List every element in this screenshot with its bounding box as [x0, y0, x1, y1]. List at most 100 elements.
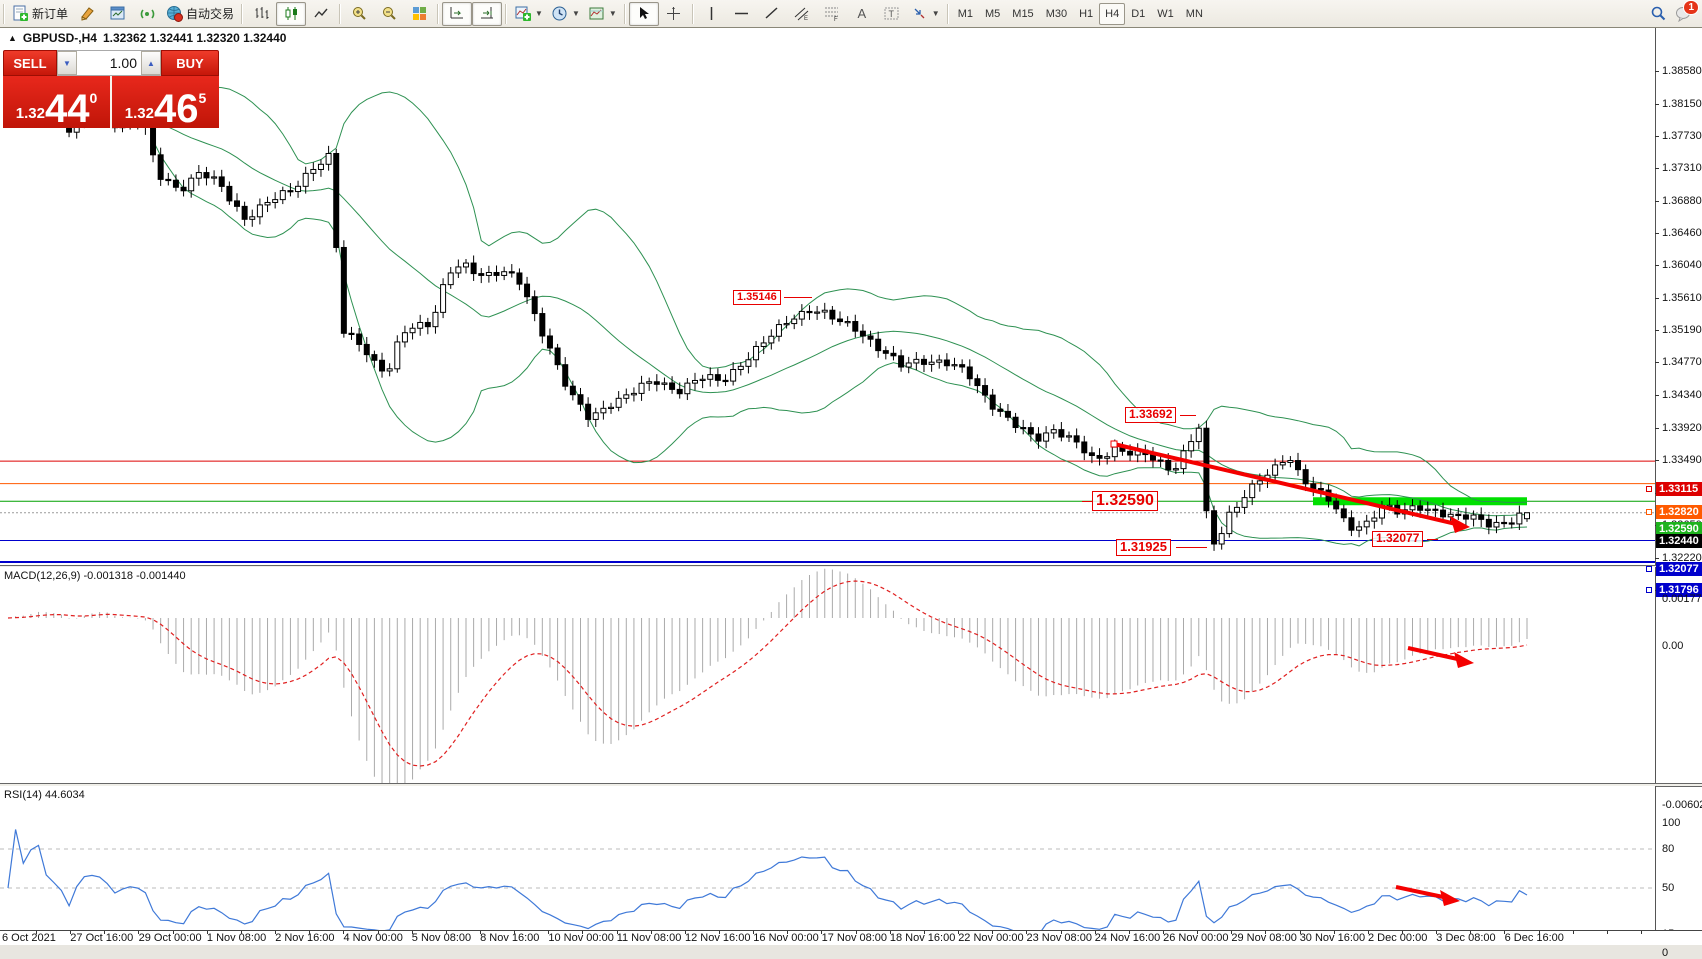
- trendline-icon: [763, 5, 780, 22]
- text-label-button[interactable]: T: [877, 2, 907, 26]
- trendline-button[interactable]: [757, 2, 787, 26]
- annotation-connector: [1180, 415, 1196, 416]
- time-axis-label: 12 Nov 16:00: [685, 932, 750, 944]
- cursor-button[interactable]: [629, 2, 659, 26]
- timeframe-m15[interactable]: M15: [1006, 3, 1039, 25]
- timeframe-m30[interactable]: M30: [1040, 3, 1073, 25]
- vertical-line-button[interactable]: [697, 2, 727, 26]
- chart-shift-button[interactable]: [472, 2, 502, 26]
- macd-pane[interactable]: MACD(12,26,9) -0.001318 -0.001440: [0, 567, 1656, 783]
- zoom-out-button[interactable]: [374, 2, 404, 26]
- time-tick-mark: [651, 931, 652, 934]
- notification-count-badge: 1: [1683, 0, 1699, 15]
- time-axis-label: 27 Oct 16:00: [70, 932, 133, 944]
- price-tick-label: 1.37730: [1662, 130, 1702, 142]
- time-tick-mark: [514, 931, 515, 934]
- price-chart-pane[interactable]: ▲ GBPUSD-,H4 1.32362 1.32441 1.32320 1.3…: [0, 28, 1656, 565]
- time-axis-label: 6 Oct 2021: [2, 932, 56, 944]
- autotrading-button[interactable]: 自动交易: [162, 2, 238, 26]
- price-annotation[interactable]: 1.32077: [1372, 531, 1423, 547]
- timeframe-h4[interactable]: H4: [1099, 3, 1125, 25]
- sell-price[interactable]: 1.32440: [3, 76, 112, 128]
- text-icon: A: [857, 6, 866, 21]
- price-badge: 1.31796: [1656, 583, 1702, 597]
- sell-button[interactable]: SELL: [3, 50, 57, 76]
- time-scale[interactable]: 6 Oct 202127 Oct 16:0029 Oct 00:001 Nov …: [0, 930, 1702, 945]
- notifications-button[interactable]: 1: [1675, 5, 1692, 22]
- time-axis-label: 24 Nov 16:00: [1095, 932, 1160, 944]
- crosshair-button[interactable]: [659, 2, 689, 26]
- templates-button[interactable]: ▼: [584, 2, 621, 26]
- tile-windows-button[interactable]: [404, 2, 434, 26]
- annotation-connector: [1082, 501, 1092, 502]
- timeframe-d1[interactable]: D1: [1125, 3, 1151, 25]
- time-axis-label: 29 Nov 08:00: [1231, 932, 1296, 944]
- search-icon[interactable]: [1650, 5, 1667, 22]
- new-order-label: 新订单: [32, 5, 68, 22]
- candlestick-chart[interactable]: [0, 28, 1655, 565]
- tile-windows-icon: [411, 5, 428, 22]
- vertical-line-icon: [703, 5, 720, 22]
- time-axis-label: 4 Nov 00:00: [344, 932, 403, 944]
- time-tick-mark: [821, 931, 822, 934]
- toolbar-separator: [3, 4, 5, 24]
- new-order-button[interactable]: 新订单: [8, 2, 72, 26]
- new-order-icon: [12, 5, 29, 22]
- chart-window-button[interactable]: [102, 2, 132, 26]
- crosshair-icon: [665, 5, 682, 22]
- time-axis-label: 30 Nov 16:00: [1300, 932, 1365, 944]
- price-tick-label: 1.32650: [1662, 519, 1702, 531]
- rsi-plot: [0, 786, 1655, 930]
- timeframe-m5[interactable]: M5: [979, 3, 1006, 25]
- text-button[interactable]: A: [847, 2, 877, 26]
- price-annotation[interactable]: 1.31925: [1116, 539, 1171, 556]
- time-tick-mark: [309, 931, 310, 934]
- timeframe-m1[interactable]: M1: [952, 3, 979, 25]
- toolbar-separator: [437, 4, 439, 24]
- time-tick-mark: [548, 931, 549, 934]
- broadcast-button[interactable]: [132, 2, 162, 26]
- time-tick-mark: [1026, 931, 1027, 934]
- time-tick-mark: [719, 931, 720, 934]
- auto-scroll-button[interactable]: [442, 2, 472, 26]
- template-icon: [588, 5, 605, 22]
- chart-shift-icon: [479, 5, 496, 22]
- buy-button[interactable]: BUY: [161, 50, 219, 76]
- bar-chart-button[interactable]: [246, 2, 276, 26]
- indicators-button[interactable]: ▼: [510, 2, 547, 26]
- volume-input[interactable]: [77, 51, 141, 75]
- timeframe-mn[interactable]: MN: [1180, 3, 1209, 25]
- annotation-connector: [784, 297, 812, 298]
- time-axis-label: 17 Nov 08:00: [822, 932, 887, 944]
- fibonacci-button[interactable]: F: [817, 2, 847, 26]
- candlestick-icon: [283, 5, 300, 22]
- buy-price[interactable]: 1.32465: [112, 76, 219, 128]
- volume-decrease-button[interactable]: ▼: [57, 51, 77, 75]
- price-annotation[interactable]: 1.33692: [1125, 407, 1176, 423]
- toolbar-separator: [624, 4, 626, 24]
- zoom-in-button[interactable]: [344, 2, 374, 26]
- time-tick-mark: [207, 931, 208, 934]
- toolbar-separator: [692, 4, 694, 24]
- time-tick-mark: [275, 931, 276, 934]
- periods-button[interactable]: ▼: [547, 2, 584, 26]
- time-axis-label: 2 Dec 00:00: [1368, 932, 1427, 944]
- time-tick-mark: [1231, 931, 1232, 934]
- sell-price-pipette: 0: [89, 90, 97, 106]
- timeframe-h1[interactable]: H1: [1073, 3, 1099, 25]
- ohlc-values: 1.32362 1.32441 1.32320 1.32440: [103, 31, 287, 45]
- horizontal-line-button[interactable]: [727, 2, 757, 26]
- price-annotation[interactable]: 1.35146: [733, 290, 781, 305]
- price-annotation[interactable]: 1.32590: [1092, 491, 1158, 511]
- arrows-button[interactable]: ▼: [907, 2, 944, 26]
- volume-increase-button[interactable]: ▲: [141, 51, 161, 75]
- toolbar-separator: [505, 4, 507, 24]
- timeframe-w1[interactable]: W1: [1151, 3, 1180, 25]
- line-chart-button[interactable]: [306, 2, 336, 26]
- time-tick-mark: [582, 931, 583, 934]
- equidistant-channel-button[interactable]: E: [787, 2, 817, 26]
- candlestick-chart-button[interactable]: [276, 2, 306, 26]
- rsi-pane[interactable]: RSI(14) 44.6034: [0, 786, 1656, 930]
- dropdown-arrow-icon: ▼: [572, 9, 580, 18]
- styler-button[interactable]: [72, 2, 102, 26]
